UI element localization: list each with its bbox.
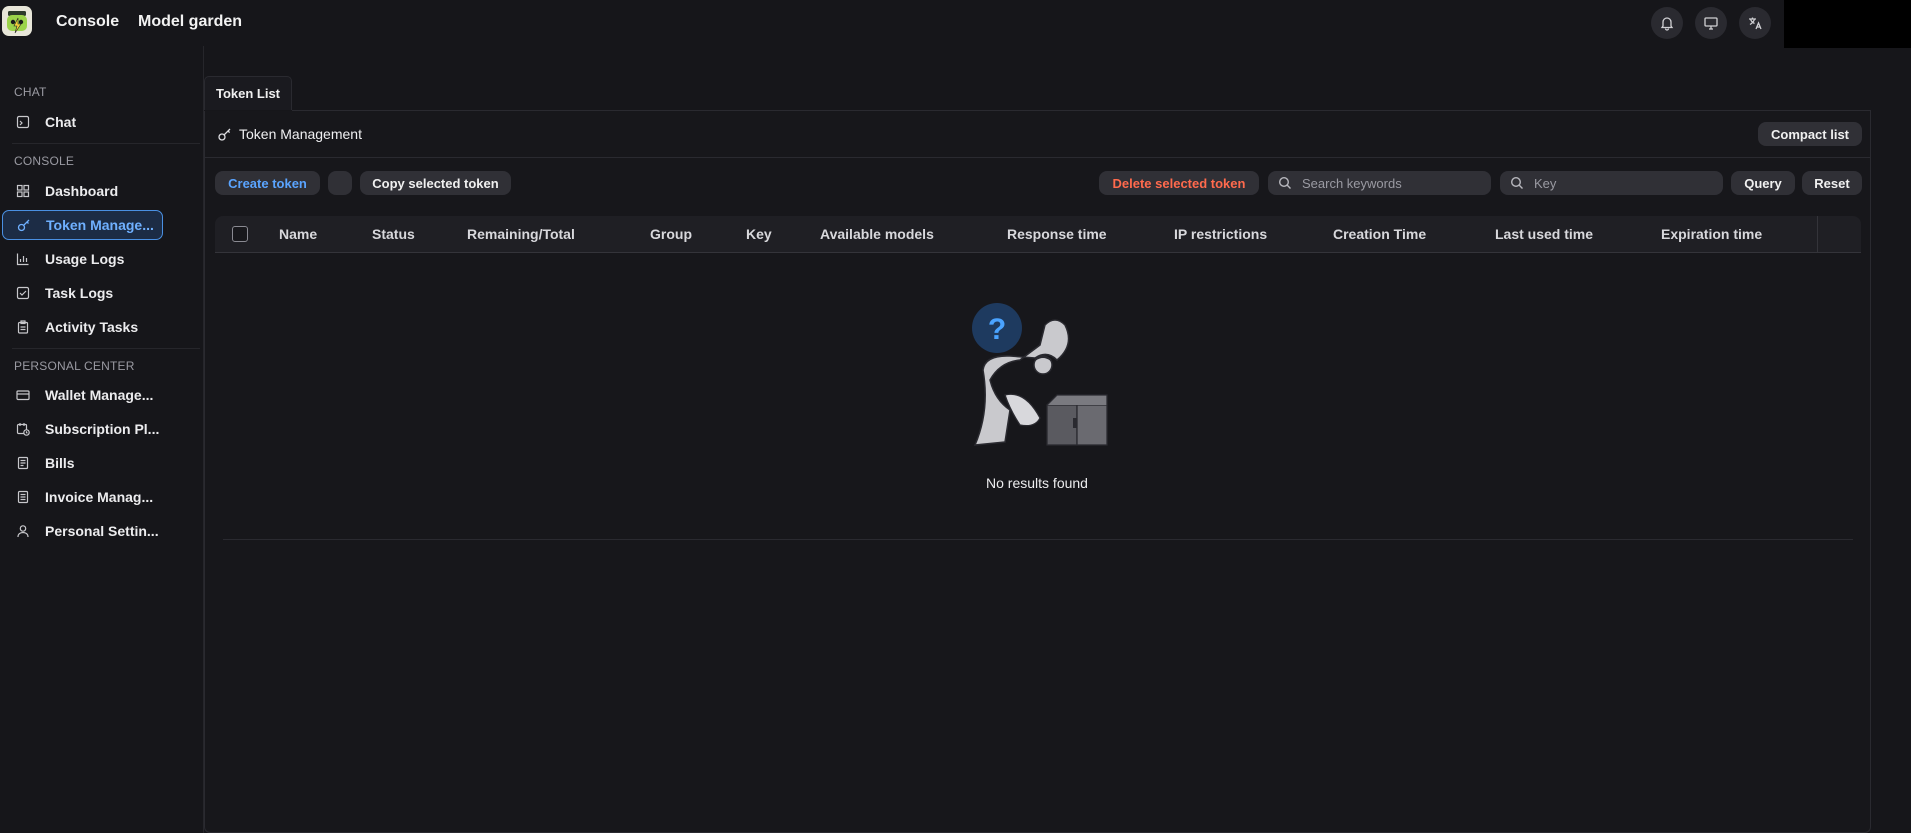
column-header[interactable]: Remaining/Total: [467, 226, 575, 242]
query-button[interactable]: Query: [1731, 171, 1795, 195]
sidebar-item-chat[interactable]: Chat: [2, 107, 163, 137]
copy-selected-token-button[interactable]: Copy selected token: [360, 171, 511, 195]
icon-only-button[interactable]: [328, 171, 352, 195]
sidebar-item-label: Chat: [45, 114, 77, 130]
search-icon: [1278, 176, 1291, 189]
sidebar-item-label: Dashboard: [45, 183, 119, 199]
sidebar-item-label: Wallet Manage...: [45, 387, 154, 403]
empty-state-text: No results found: [986, 475, 1088, 491]
panel-header: Token Management: [205, 111, 1870, 158]
search-keywords-field[interactable]: [1268, 171, 1491, 195]
table-bottom-rule: [223, 539, 1853, 540]
calendar-clock-icon: [15, 421, 31, 437]
reset-button[interactable]: Reset: [1802, 171, 1862, 195]
sidebar-item-personal-settings[interactable]: Personal Settin...: [2, 516, 163, 546]
wallet-card-icon: [15, 387, 31, 403]
sidebar-item-usage-logs[interactable]: Usage Logs: [2, 244, 163, 274]
key-input[interactable]: [1534, 175, 1714, 191]
dashboard-grid-icon: [15, 183, 31, 199]
section-chat: CHAT: [14, 85, 47, 99]
chat-icon: [15, 114, 31, 130]
sidebar-item-token-management[interactable]: Token Manage...: [2, 210, 163, 240]
sidebar-item-label: Invoice Manag...: [45, 489, 154, 505]
search-keywords-input[interactable]: [1302, 175, 1482, 191]
bar-chart-icon: [15, 251, 31, 267]
column-header[interactable]: Creation Time: [1333, 226, 1426, 242]
clipboard-icon: [15, 319, 31, 335]
invoice-icon: [15, 489, 31, 505]
section-personal-center: PERSONAL CENTER: [14, 359, 135, 373]
user-avatar-redacted[interactable]: [1784, 0, 1911, 48]
user-icon: [15, 523, 31, 539]
column-header[interactable]: IP restrictions: [1174, 226, 1267, 242]
column-header[interactable]: Response time: [1007, 226, 1107, 242]
app-logo[interactable]: [2, 6, 32, 36]
key-icon: [16, 217, 32, 233]
column-header[interactable]: Group: [650, 226, 692, 242]
sidebar-item-bills[interactable]: Bills: [2, 448, 163, 478]
sidebar-item-subscription-plans[interactable]: Subscription Pl...: [2, 414, 163, 444]
svg-text:?: ?: [988, 313, 1006, 346]
key-search-field[interactable]: [1500, 171, 1723, 195]
tab-token-list[interactable]: Token List: [204, 76, 292, 110]
column-header[interactable]: Status: [372, 226, 415, 242]
sidebar-item-dashboard[interactable]: Dashboard: [2, 176, 163, 206]
sidebar-item-task-logs[interactable]: Task Logs: [2, 278, 163, 308]
nav-model-garden[interactable]: Model garden: [138, 13, 242, 31]
sidebar-item-label: Usage Logs: [45, 251, 125, 267]
sidebar-item-label: Token Manage...: [46, 217, 154, 233]
create-token-button[interactable]: Create token: [215, 171, 320, 195]
column-header[interactable]: Key: [746, 226, 772, 242]
sidebar-item-label: Subscription Pl...: [45, 421, 160, 437]
language-translate-icon[interactable]: [1739, 7, 1771, 39]
sidebar: CHAT Chat CONSOLE Dashboard Token Manage…: [0, 46, 204, 833]
receipt-icon: [15, 455, 31, 471]
column-divider: [1817, 216, 1818, 253]
sidebar-item-label: Activity Tasks: [45, 319, 139, 335]
nav-console[interactable]: Console: [56, 13, 119, 31]
key-icon: [217, 126, 233, 147]
checkbox-icon: [15, 285, 31, 301]
column-header[interactable]: Last used time: [1495, 226, 1593, 242]
select-all-checkbox[interactable]: [232, 226, 248, 242]
sidebar-item-wallet-management[interactable]: Wallet Manage...: [2, 380, 163, 410]
column-header[interactable]: Name: [279, 226, 317, 242]
compact-list-button[interactable]: Compact list: [1758, 122, 1862, 146]
sidebar-item-invoice-management[interactable]: Invoice Manag...: [2, 482, 163, 512]
panel-title: Token Management: [239, 126, 362, 142]
sidebar-item-label: Bills: [45, 455, 75, 471]
top-bar: Console Model garden: [0, 0, 1911, 48]
sidebar-item-label: Personal Settin...: [45, 523, 159, 539]
table-header: Name Status Remaining/Total Group Key Av…: [215, 216, 1861, 253]
display-mode-icon[interactable]: [1695, 7, 1727, 39]
sidebar-item-label: Task Logs: [45, 285, 114, 301]
column-header[interactable]: Available models: [820, 226, 934, 242]
sidebar-divider: [12, 348, 200, 349]
search-icon: [1510, 176, 1523, 189]
section-console: CONSOLE: [14, 154, 75, 168]
sidebar-item-activity-tasks[interactable]: Activity Tasks: [2, 312, 163, 342]
sidebar-divider: [12, 143, 200, 144]
empty-state-illustration: ?: [965, 300, 1110, 450]
notification-bell-icon[interactable]: [1651, 7, 1683, 39]
column-header[interactable]: Expiration time: [1661, 226, 1762, 242]
delete-selected-token-button[interactable]: Delete selected token: [1099, 171, 1259, 195]
